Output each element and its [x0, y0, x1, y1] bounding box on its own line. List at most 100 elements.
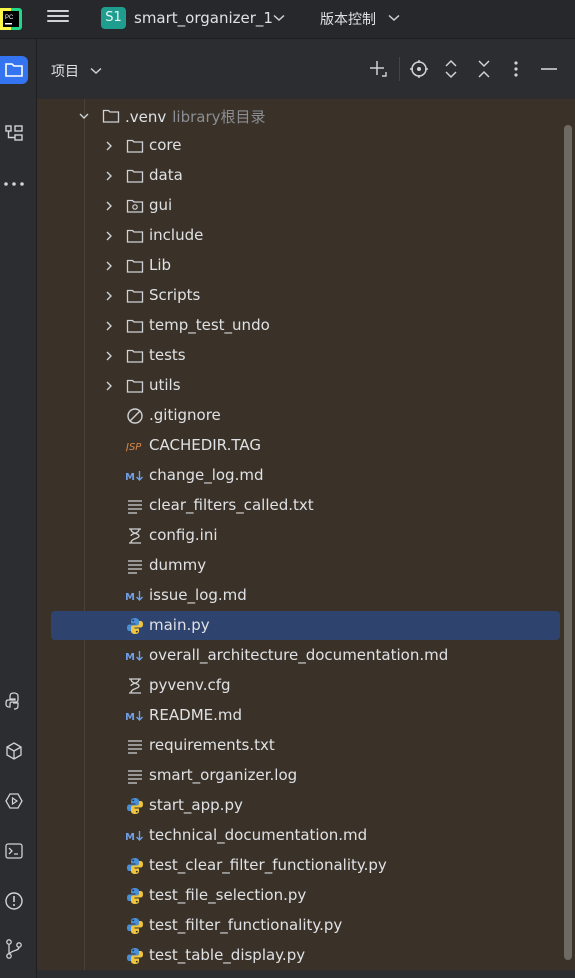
title-bar: PC S1 smart_organizer_1 版本控制 — [0, 0, 575, 39]
markdown-file-icon: M — [126, 651, 143, 663]
chevron-right-icon[interactable] — [104, 141, 114, 151]
config-file-icon — [129, 678, 141, 694]
python-console-button[interactable] — [0, 687, 28, 715]
git-branch-icon — [6, 939, 22, 959]
tree-folder-row[interactable]: utils — [37, 371, 557, 401]
markdown-file-icon: M — [126, 831, 143, 843]
svg-text:M: M — [126, 592, 135, 603]
tree-file-label: dummy — [149, 556, 207, 574]
tree-file-row[interactable]: Missue_log.md — [37, 581, 557, 611]
tree-file-row[interactable]: smart_organizer.log — [37, 761, 557, 791]
tree-folder-label: gui — [149, 196, 173, 214]
folder-icon — [126, 349, 144, 363]
tree-file-row[interactable]: test_file_selection.py — [37, 881, 557, 911]
chevron-down-icon[interactable] — [273, 14, 285, 22]
git-button[interactable] — [0, 935, 28, 963]
tree-file-row[interactable]: start_app.py — [37, 791, 557, 821]
more-dots-icon — [4, 182, 24, 186]
tree-folder-label: Lib — [149, 256, 172, 274]
tree-file-row[interactable]: M README.md — [37, 701, 557, 731]
new-file-icon[interactable] — [367, 58, 389, 80]
tree-file-row[interactable]: requirements.txt — [37, 731, 557, 761]
locate-file-icon[interactable] — [408, 58, 430, 80]
text-file-icon — [128, 560, 142, 574]
terminal-icon — [5, 843, 23, 859]
python-packages-button[interactable] — [0, 737, 28, 765]
tree-folder-row[interactable]: include — [37, 221, 557, 251]
tree-file-row[interactable]: dummy — [37, 551, 557, 581]
problems-button[interactable] — [0, 887, 28, 915]
tree-file-row[interactable]: test_table_display.py — [37, 941, 557, 970]
chevron-right-icon[interactable] — [104, 291, 114, 301]
chevron-right-icon[interactable] — [104, 171, 114, 181]
tree-file-row-selected[interactable]: main.py — [37, 611, 560, 641]
chevron-right-icon[interactable] — [104, 201, 114, 211]
tree-folder-label: utils — [149, 376, 181, 394]
python-file-icon — [127, 888, 143, 904]
chevron-right-icon[interactable] — [104, 381, 114, 391]
config-file-icon — [129, 528, 141, 544]
project-name-dropdown[interactable]: smart_organizer_1 — [134, 9, 273, 27]
tree-folder-row[interactable]: temp_test_undo — [37, 311, 557, 341]
tree-root-venv[interactable]: .venv library根目录 — [37, 101, 557, 131]
collapse-all-icon[interactable] — [473, 58, 495, 80]
tree-folder-row[interactable]: core — [37, 131, 557, 161]
folder-icon — [126, 169, 144, 183]
services-button[interactable] — [0, 787, 28, 815]
project-tool-button[interactable] — [0, 56, 28, 84]
tree-file-row[interactable]: pyvenv.cfg — [37, 671, 557, 701]
chevron-right-icon[interactable] — [104, 261, 114, 271]
chevron-right-icon[interactable] — [104, 231, 114, 241]
options-menu-icon[interactable] — [505, 58, 527, 80]
tree-file-row[interactable]: Mchange_log.md — [37, 461, 557, 491]
chevron-right-icon[interactable] — [104, 321, 114, 331]
chevron-down-icon[interactable] — [388, 14, 400, 22]
hide-panel-icon[interactable] — [538, 58, 560, 80]
svg-text:M: M — [126, 712, 135, 723]
python-file-icon — [127, 798, 143, 814]
tree-folder-row[interactable]: gui — [37, 191, 557, 221]
folder-icon — [5, 63, 23, 77]
project-tree: .venv library根目录 core data gui include Lib Scr… — [37, 99, 575, 970]
markdown-file-icon: M — [126, 711, 143, 723]
tree-file-row[interactable]: test_filter_functionality.py — [37, 911, 557, 941]
chevron-down-icon[interactable] — [90, 67, 102, 75]
structure-tool-button[interactable] — [0, 119, 28, 147]
tree-folder-row[interactable]: Scripts — [37, 281, 557, 311]
tree-file-row[interactable]: Moverall_architecture_documentation.md — [37, 641, 557, 671]
vcs-dropdown[interactable]: 版本控制 — [320, 9, 376, 29]
tree-folder-row[interactable]: data — [37, 161, 557, 191]
more-tools-button[interactable] — [0, 170, 28, 198]
tree-folder-row[interactable]: tests — [37, 341, 557, 371]
project-badge[interactable]: S1 — [101, 7, 126, 29]
chevron-right-icon[interactable] — [104, 351, 114, 361]
folder-icon — [126, 229, 144, 243]
main-menu-button[interactable] — [47, 8, 69, 28]
tree-file-row[interactable]: Mtechnical_documentation.md — [37, 821, 557, 851]
tree-file-label: start_app.py — [149, 796, 243, 814]
tree-file-row[interactable]: test_clear_filter_functionality.py — [37, 851, 557, 881]
project-panel-header: 项目 — [37, 39, 575, 99]
folder-icon — [126, 289, 144, 303]
tree-folder-label: Scripts — [149, 286, 201, 304]
tree-folder-row[interactable]: Lib — [37, 251, 557, 281]
svg-text:M: M — [126, 652, 135, 663]
text-file-icon — [128, 770, 142, 784]
markdown-file-icon: M — [126, 591, 143, 603]
tree-file-label: test_filter_functionality.py — [149, 916, 343, 934]
tree-file-row[interactable]: config.ini — [37, 521, 557, 551]
panel-title[interactable]: 项目 — [51, 61, 79, 81]
tree-file-label: config.ini — [149, 526, 218, 544]
folder-icon — [126, 319, 144, 333]
tree-file-row[interactable]: .gitignore — [37, 401, 557, 431]
terminal-button[interactable] — [0, 837, 28, 865]
tree-folder-label: data — [149, 166, 183, 184]
tree-file-row[interactable]: JSP CACHEDIR.TAG — [37, 431, 557, 461]
tree-scrollbar[interactable] — [564, 125, 572, 960]
toolbar-divider — [399, 57, 400, 81]
chevron-down-icon[interactable] — [79, 111, 89, 121]
expand-all-icon[interactable] — [440, 58, 462, 80]
tree-file-label: issue_log.md — [149, 586, 247, 604]
tree-file-row[interactable]: clear_filters_called.txt — [37, 491, 557, 521]
tree-file-label: change_log.md — [149, 466, 264, 484]
